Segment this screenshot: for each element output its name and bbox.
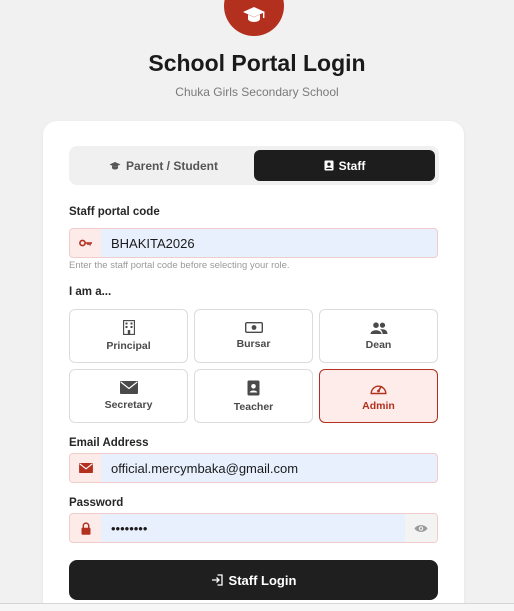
graduation-cap-icon — [109, 161, 121, 169]
role-bursar[interactable]: Bursar — [194, 309, 313, 363]
role-name: Admin — [362, 399, 395, 412]
id-badge-icon — [324, 160, 334, 171]
role-dean[interactable]: Dean — [319, 309, 438, 363]
role-principal[interactable]: Principal — [69, 309, 188, 363]
money-icon — [244, 322, 263, 333]
role-label: I am a... — [69, 286, 112, 298]
envelope-icon — [119, 381, 138, 394]
password-label: Password — [69, 497, 124, 509]
staff-code-field[interactable]: BHAKITA2026 — [69, 228, 438, 258]
sign-in-icon — [211, 574, 223, 586]
eye-icon[interactable] — [405, 514, 437, 542]
lock-icon — [70, 514, 101, 542]
staff-login-label: Staff Login — [228, 572, 297, 588]
login-type-tabs: Parent / Student Staff — [69, 146, 439, 185]
gauge-icon — [370, 385, 387, 394]
school-name: Chuka Girls Secondary School — [175, 85, 339, 99]
tab-parent-student[interactable]: Parent / Student — [73, 150, 254, 181]
role-name: Secretary — [104, 399, 153, 411]
key-icon — [70, 229, 101, 257]
staff-code-label: Staff portal code — [69, 206, 160, 218]
staff-code-hint: Enter the staff portal code before selec… — [69, 260, 290, 271]
login-card: Parent / Student Staff Staff portal code… — [43, 121, 464, 611]
email-field[interactable]: official.mercymbaka@gmail.com — [69, 453, 438, 483]
role-teacher[interactable]: Teacher — [194, 369, 313, 423]
staff-code-input[interactable]: BHAKITA2026 — [101, 229, 437, 257]
staff-login-button[interactable]: Staff Login — [69, 560, 438, 600]
page-bottom-edge — [0, 603, 514, 611]
email-label: Email Address — [69, 437, 149, 449]
password-field[interactable]: •••••••• — [69, 513, 438, 543]
graduation-cap-icon — [243, 7, 265, 22]
school-logo — [224, 0, 284, 36]
tab-label: Parent / Student — [125, 158, 218, 173]
role-selector: Principal Bursar Dean Secretary Teacher … — [69, 309, 439, 423]
role-name: Teacher — [233, 400, 274, 413]
role-secretary[interactable]: Secretary — [69, 369, 188, 423]
role-admin[interactable]: Admin — [319, 369, 438, 423]
users-icon — [370, 321, 387, 334]
id-badge-icon — [247, 380, 260, 395]
building-icon — [122, 320, 135, 335]
email-input[interactable]: official.mercymbaka@gmail.com — [101, 454, 437, 482]
role-name: Dean — [365, 338, 392, 351]
password-input[interactable]: •••••••• — [101, 514, 405, 542]
role-name: Bursar — [236, 338, 271, 350]
role-name: Principal — [106, 340, 151, 352]
tab-staff[interactable]: Staff — [254, 150, 435, 181]
envelope-icon — [70, 454, 101, 482]
tab-label: Staff — [338, 158, 366, 173]
page-title: School Portal Login — [148, 50, 366, 76]
